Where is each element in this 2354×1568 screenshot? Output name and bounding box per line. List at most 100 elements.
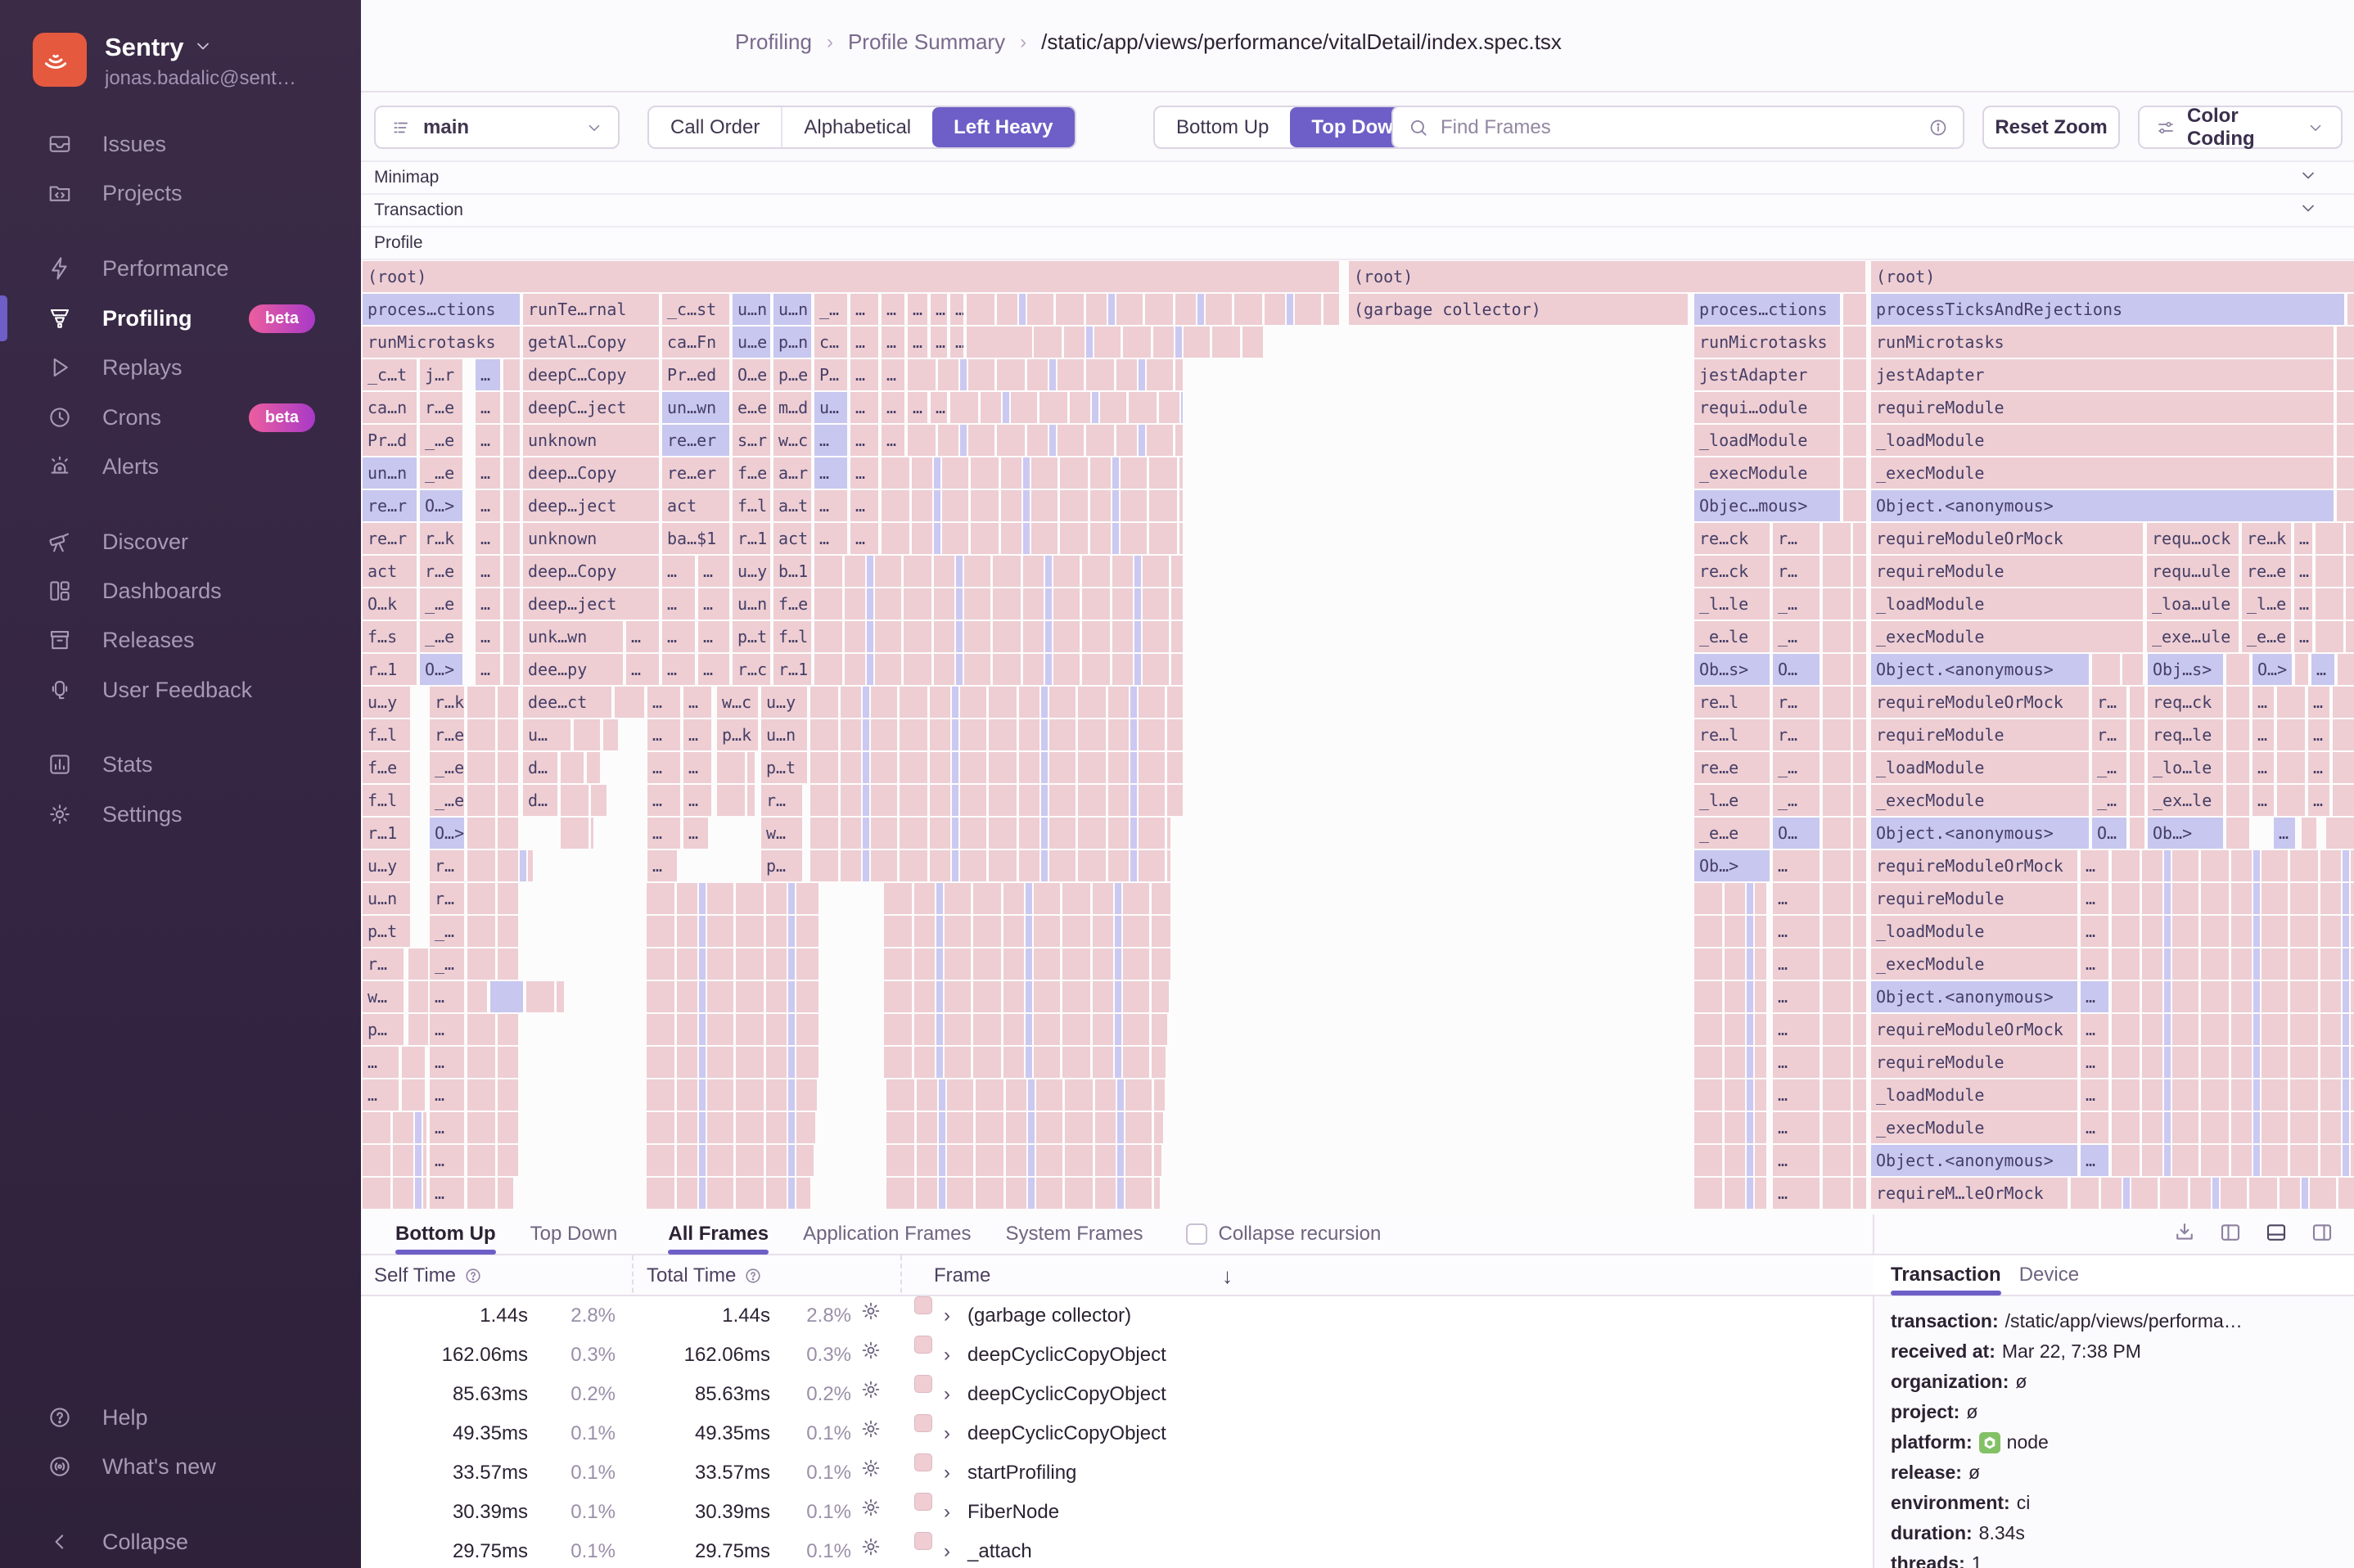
flame-frame[interactable]: _…e <box>430 785 464 816</box>
flame-frame[interactable]: … <box>814 490 847 521</box>
flame-frame[interactable]: … <box>1773 981 1820 1012</box>
chevron-down-icon[interactable] <box>2298 198 2318 223</box>
org-switcher[interactable]: Sentry <box>105 33 213 62</box>
flame-frame[interactable]: O…> <box>2253 654 2292 685</box>
flame-frame[interactable] <box>467 981 487 1012</box>
flame-frame[interactable]: … <box>476 425 500 456</box>
collapse-recursion-checkbox[interactable] <box>1185 1223 1207 1245</box>
flame-frame[interactable]: r… <box>363 948 404 980</box>
flame-frame[interactable] <box>884 948 1170 980</box>
flame-frame[interactable]: d… <box>523 752 557 783</box>
flame-frame[interactable]: r… <box>2092 719 2126 750</box>
flame-frame[interactable] <box>2092 654 2144 685</box>
flame-frame[interactable]: r… <box>1773 687 1820 718</box>
flame-frame[interactable]: _lo…le <box>2148 752 2223 783</box>
flame-frame[interactable]: … <box>850 523 878 554</box>
flame-frame[interactable]: Ob…> <box>2148 818 2223 849</box>
flame-frame[interactable]: Ob…> <box>1694 850 1770 881</box>
flamegraph-canvas[interactable]: (root) (root) (root) proces…ctions runTe…rna… <box>363 260 2354 1214</box>
flame-frame[interactable]: ca…Fn <box>662 327 729 358</box>
table-row[interactable]: 30.39ms 0.1% 30.39ms 0.1% › FiberNode <box>361 1493 1873 1532</box>
tab-device[interactable]: Device <box>2019 1255 2079 1295</box>
flame-frame[interactable] <box>2302 818 2316 849</box>
flame-frame[interactable]: Object.<anonymous> <box>1871 981 2077 1012</box>
flame-frame[interactable]: … <box>2081 883 2108 914</box>
flame-frame[interactable]: u…n <box>773 294 811 325</box>
flame-frame[interactable] <box>2130 687 2144 718</box>
flame-frame[interactable]: u…y <box>761 687 807 718</box>
flame-frame[interactable]: u…y <box>363 687 410 718</box>
flame-frame[interactable] <box>1694 948 1766 980</box>
flame-frame[interactable]: f…e <box>363 752 410 783</box>
flame-frame[interactable] <box>647 1079 817 1111</box>
flame-frame[interactable]: f…e <box>733 457 770 489</box>
flame-frame[interactable]: … <box>950 327 963 358</box>
flame-frame[interactable]: p…t <box>733 621 770 652</box>
flame-frame[interactable] <box>2130 785 2144 816</box>
flame-frame[interactable]: un…wn <box>662 392 729 423</box>
profile-section-header[interactable]: Profile <box>361 228 2354 260</box>
flame-frame[interactable]: deep…ject <box>523 490 659 521</box>
table-row[interactable]: 162.06ms 0.3% 162.06ms 0.3% › deepCyclicCopyO… <box>361 1336 1873 1375</box>
flame-frame[interactable]: _loadModule <box>1694 425 1840 456</box>
flame-frame[interactable]: … <box>850 457 878 489</box>
flame-frame[interactable]: … <box>2253 752 2274 783</box>
flame-frame[interactable] <box>503 588 520 620</box>
breadcrumb-profile-summary[interactable]: Profile Summary <box>848 29 1005 55</box>
flame-frame[interactable] <box>884 1047 1166 1078</box>
table-row[interactable]: 85.63ms 0.2% 85.63ms 0.2% › deepCyclicCopyObj… <box>361 1375 1873 1414</box>
flame-frame[interactable]: w…c <box>773 425 811 456</box>
flame-frame[interactable]: u…n <box>733 588 770 620</box>
flame-frame[interactable]: … <box>698 621 729 652</box>
flame-frame[interactable]: … <box>430 1112 464 1143</box>
flame-frame[interactable]: a…t <box>773 490 811 521</box>
flame-frame[interactable]: _…e <box>420 425 462 456</box>
flame-frame[interactable]: … <box>430 1145 464 1176</box>
flame-frame[interactable]: _loa…ule <box>2147 588 2239 620</box>
flame-frame[interactable]: O…k <box>363 588 417 620</box>
flame-frame[interactable]: jestAdapter <box>1871 359 2334 390</box>
flame-frame[interactable] <box>1823 818 1866 849</box>
flame-frame[interactable]: _…e <box>420 621 462 652</box>
flame-frame[interactable]: … <box>476 523 500 554</box>
flame-frame[interactable] <box>2338 654 2354 685</box>
flame-frame[interactable] <box>1823 1047 1866 1078</box>
flame-frame[interactable]: … <box>850 327 878 358</box>
flame-frame[interactable]: runMicrotasks <box>363 327 520 358</box>
flame-frame[interactable]: _execModule <box>1871 785 2089 816</box>
flame-frame[interactable]: … <box>882 425 904 456</box>
flame-frame[interactable] <box>647 1145 814 1176</box>
flame-frame[interactable] <box>1843 425 1866 456</box>
flame-frame[interactable] <box>647 1014 818 1045</box>
flame-frame[interactable] <box>908 359 1183 390</box>
flame-frame[interactable]: _… <box>1773 785 1820 816</box>
flame-frame[interactable]: req…le <box>2148 719 2223 750</box>
flame-frame[interactable]: r…1 <box>363 818 410 849</box>
flame-frame[interactable]: requ…ule <box>2147 556 2239 587</box>
flame-frame[interactable]: r…k <box>420 523 462 554</box>
flame-frame[interactable]: r… <box>2092 687 2126 718</box>
flame-frame[interactable]: … <box>1773 948 1820 980</box>
flame-frame[interactable]: … <box>476 556 500 587</box>
flame-frame[interactable]: f…l <box>733 490 770 521</box>
flame-frame[interactable] <box>2333 687 2354 718</box>
flame-frame[interactable]: … <box>2311 654 2334 685</box>
flame-frame[interactable] <box>1823 752 1866 783</box>
flame-frame[interactable]: f…l <box>363 719 410 750</box>
flame-frame[interactable] <box>467 1047 518 1078</box>
flame-frame[interactable] <box>574 719 600 750</box>
flame-frame[interactable]: r…e <box>420 556 462 587</box>
flame-frame[interactable]: … <box>430 981 464 1012</box>
flame-frame[interactable]: requ…ock <box>2147 523 2239 554</box>
flame-frame[interactable]: … <box>430 1079 464 1111</box>
flame-frame[interactable]: _… <box>1773 752 1820 783</box>
flame-frame[interactable]: runTe…rnal <box>523 294 659 325</box>
flame-frame[interactable]: Pr…ed <box>662 359 729 390</box>
flame-frame[interactable] <box>1823 556 1866 587</box>
flame-frame[interactable] <box>1823 1145 1866 1176</box>
flame-frame[interactable]: … <box>363 1079 399 1111</box>
transaction-section-header[interactable]: Transaction <box>361 195 2354 228</box>
flame-frame[interactable]: r… <box>430 883 464 914</box>
flame-frame[interactable]: p… <box>363 1014 404 1045</box>
flame-frame[interactable] <box>1694 883 1766 914</box>
